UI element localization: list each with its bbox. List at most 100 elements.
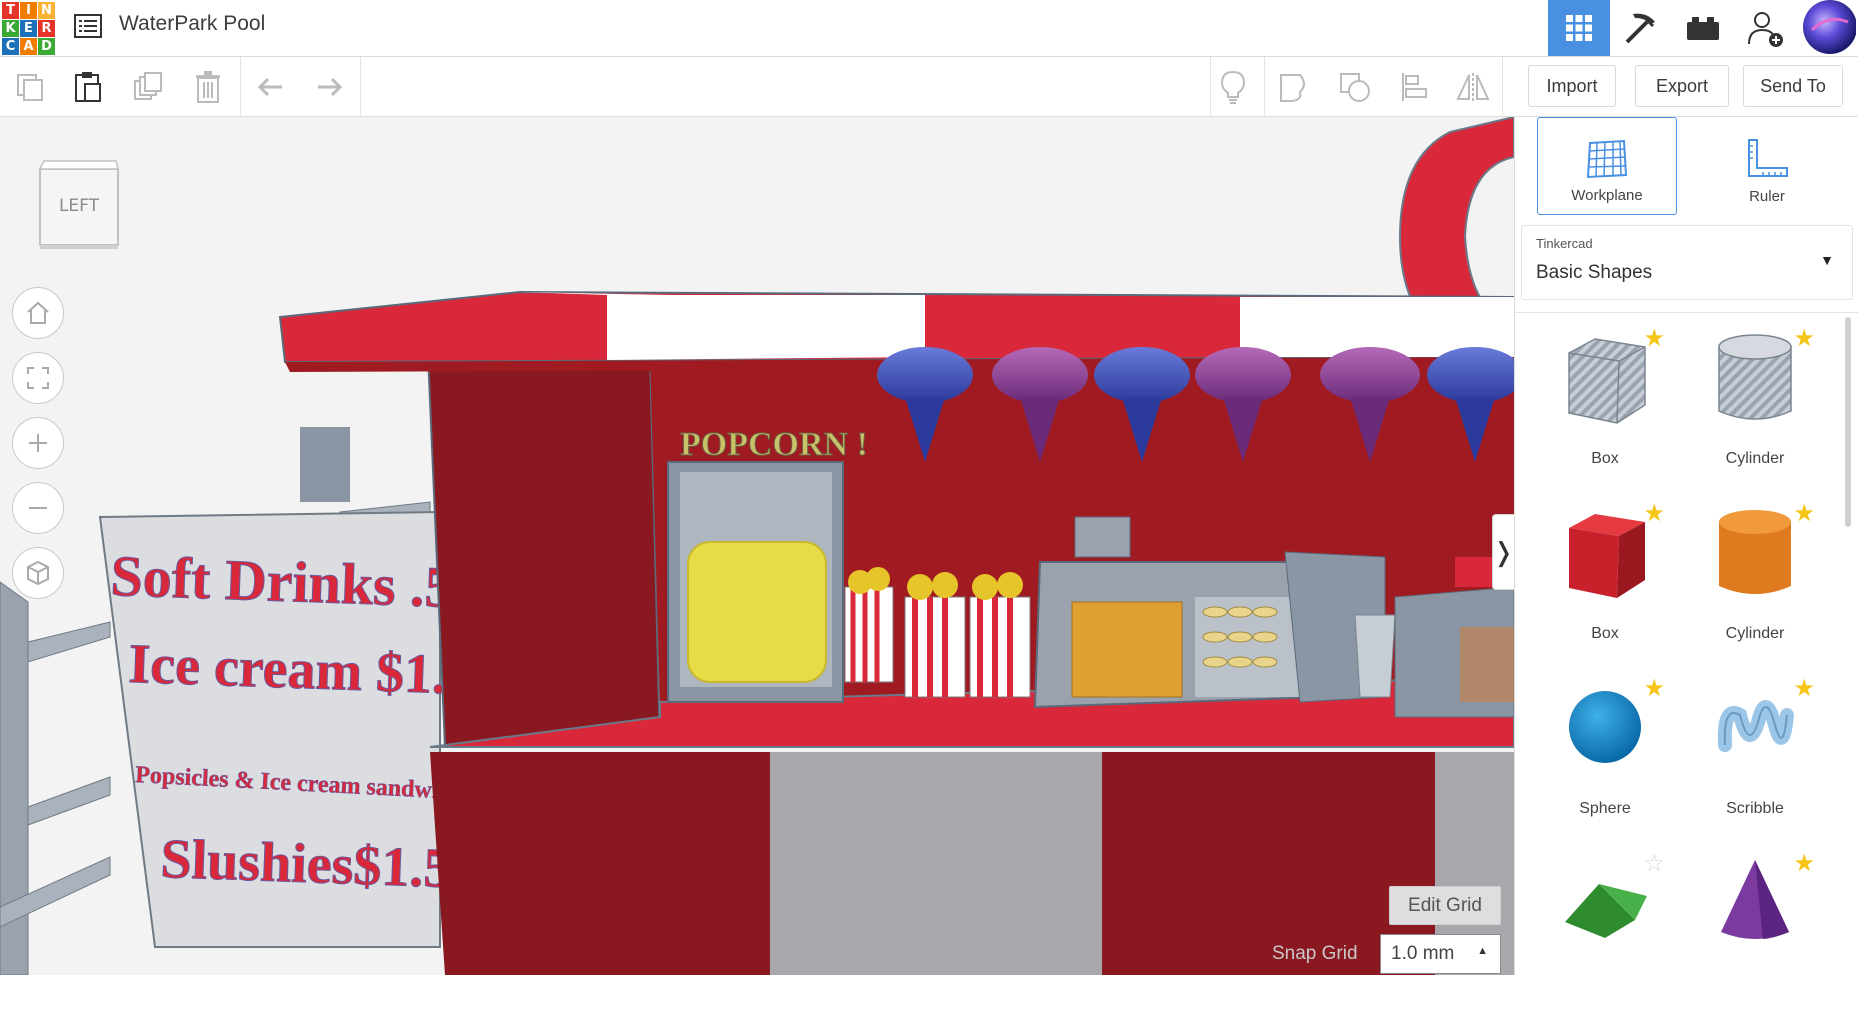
toolbar-divider [360, 57, 361, 117]
snap-grid-value: 1.0 mm [1391, 943, 1455, 964]
workplane-icon [1586, 139, 1628, 179]
shape-sphere[interactable]: ★ Sphere [1535, 675, 1675, 835]
workplane-label: Workplane [1571, 187, 1643, 204]
favorite-star-icon[interactable]: ★ [1793, 327, 1815, 351]
favorite-star-icon[interactable]: ★ [1793, 502, 1815, 526]
pickaxe-icon [1625, 13, 1655, 44]
home-view-button[interactable] [12, 287, 64, 339]
shape-cylinder-hole[interactable]: ★ Cylinder [1685, 325, 1825, 485]
menu-sign-line: Soft Drinks .50 [110, 543, 484, 621]
shape-scribble[interactable]: ★ Scribble [1685, 675, 1825, 835]
shape-box[interactable]: ★ Box [1535, 500, 1675, 660]
ruler-tool[interactable]: Ruler [1697, 117, 1837, 215]
invite-user-button[interactable] [1734, 0, 1796, 56]
snap-grid-select[interactable]: 1.0 mm ▲ [1380, 934, 1501, 974]
caret-down-icon: ▼ [1820, 252, 1834, 268]
scene-render[interactable]: Soft Drinks .50 Ice cream $1.50 Popsicle… [0, 117, 1514, 975]
brick-icon [1687, 17, 1719, 40]
shape-label: Box [1591, 450, 1619, 467]
home-icon [27, 301, 49, 324]
mirror-icon [1456, 73, 1490, 101]
mirror-button[interactable] [1451, 65, 1495, 109]
import-button[interactable]: Import [1528, 65, 1616, 107]
lightbulb-icon [1220, 70, 1246, 104]
copy-icon [17, 74, 43, 101]
logo-letter: E [20, 20, 37, 37]
3d-viewport[interactable]: Soft Drinks .50 Ice cream $1.50 Popsicle… [0, 117, 1514, 975]
favorite-star-icon[interactable]: ★ [1643, 677, 1665, 701]
edit-toolbar: Import Export Send To [0, 57, 1858, 117]
cube-perspective-icon [27, 560, 49, 586]
plus-icon [29, 434, 47, 452]
ruler-icon [1748, 139, 1788, 177]
fit-all-icon [27, 367, 49, 389]
codeblocks-button[interactable] [1610, 0, 1672, 56]
logo-letter: C [2, 38, 19, 55]
favorite-star-icon[interactable]: ★ [1643, 502, 1665, 526]
popcorn-sign: POPCORN ! [680, 426, 868, 463]
undo-button[interactable] [249, 65, 293, 109]
panel-scrollbar[interactable] [1845, 317, 1851, 527]
design-list-button[interactable] [72, 10, 104, 42]
paste-icon [75, 72, 101, 102]
minus-icon [29, 507, 47, 509]
notes-button[interactable] [1211, 65, 1255, 109]
library-provider: Tinkercad [1536, 236, 1593, 251]
favorite-star-icon[interactable]: ★ [1793, 852, 1815, 876]
grid-icon [1566, 15, 1592, 41]
snap-grid-label: Snap Grid [1272, 943, 1358, 964]
cone-thumb [1721, 860, 1789, 939]
workplane-tool[interactable]: Workplane [1537, 117, 1677, 215]
user-avatar-button[interactable] [1796, 0, 1858, 56]
view-cube[interactable]: LEFT [38, 159, 120, 249]
group-button[interactable] [1273, 65, 1317, 109]
copy-button[interactable] [8, 65, 52, 109]
logo-letter: D [38, 38, 55, 55]
shape-label: Cylinder [1725, 625, 1785, 642]
shape-roof[interactable]: ☆ [1535, 850, 1675, 1010]
send-to-button[interactable]: Send To [1743, 65, 1843, 107]
logo-letter: N [38, 2, 55, 19]
popcorn-machine [667, 461, 844, 703]
redo-button[interactable] [307, 65, 351, 109]
caret-up-icon: ▲ [1477, 945, 1488, 957]
shape-label: Scribble [1726, 800, 1784, 817]
shape-library-dropdown[interactable]: Tinkercad Basic Shapes ▼ [1521, 225, 1853, 300]
shape-label: Sphere [1579, 800, 1631, 817]
shape-box-hole[interactable]: ★ Box [1535, 325, 1675, 485]
tinkercad-logo[interactable]: T I N K E R C A D [2, 2, 56, 55]
perspective-button[interactable] [12, 547, 64, 599]
group-icon [1280, 74, 1305, 102]
roof-thumb [1565, 884, 1647, 938]
panel-divider [1515, 312, 1858, 313]
edit-grid-button[interactable]: Edit Grid [1389, 886, 1501, 925]
paste-button[interactable] [66, 65, 110, 109]
shape-cone[interactable]: ★ [1685, 850, 1825, 1010]
top-bar: T I N K E R C A D WaterPark Pool [0, 0, 1858, 57]
design-title[interactable]: WaterPark Pool [119, 12, 265, 36]
menu-sign-line: Slushies$1.5 [160, 828, 453, 900]
box-thumb [1569, 514, 1645, 598]
sphere-thumb [1569, 691, 1641, 763]
align-button[interactable] [1393, 65, 1437, 109]
favorite-star-icon[interactable]: ★ [1643, 327, 1665, 351]
add-user-icon [1748, 12, 1783, 47]
bricks-button[interactable] [1672, 0, 1734, 56]
favorite-star-outline-icon[interactable]: ☆ [1643, 852, 1665, 876]
ungroup-button[interactable] [1333, 65, 1377, 109]
zoom-out-button[interactable] [12, 482, 64, 534]
logo-letter: R [38, 20, 55, 37]
delete-button[interactable] [186, 65, 230, 109]
zoom-in-button[interactable] [12, 417, 64, 469]
3d-design-view-button[interactable] [1548, 0, 1610, 56]
popcorn-boxes [844, 567, 1031, 698]
avatar [1803, 0, 1856, 54]
export-button[interactable]: Export [1635, 65, 1729, 107]
favorite-star-icon[interactable]: ★ [1793, 677, 1815, 701]
collapse-panel-button[interactable]: ❭ [1492, 514, 1514, 590]
duplicate-button[interactable] [126, 65, 170, 109]
align-icon [1402, 73, 1427, 101]
logo-letter: I [20, 2, 37, 19]
fit-view-button[interactable] [12, 352, 64, 404]
shape-cylinder[interactable]: ★ Cylinder [1685, 500, 1825, 660]
